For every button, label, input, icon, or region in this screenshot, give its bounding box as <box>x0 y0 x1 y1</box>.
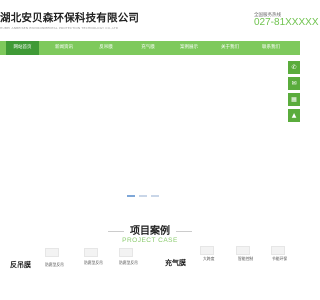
section-title-text: 项目案例 <box>130 226 170 237</box>
case-thumb-2[interactable] <box>84 248 98 257</box>
side-qrcode-button[interactable]: ▦ <box>288 93 300 106</box>
nav-item-air-membrane[interactable]: 充气膜 <box>130 41 166 55</box>
case-label-5[interactable]: 智能控制 <box>238 256 253 262</box>
title-divider-right <box>176 230 192 232</box>
side-top-button[interactable]: ▲ <box>288 109 300 122</box>
category-title-reverse[interactable]: 反吊膜 <box>10 260 31 270</box>
qrcode-icon: ▦ <box>291 95 297 103</box>
case-label-1[interactable]: 防腐型反吊 <box>45 262 64 268</box>
side-message-button[interactable]: ✉ <box>288 77 300 90</box>
case-label-4[interactable]: 大跨度 <box>203 256 214 262</box>
case-thumb-3[interactable] <box>119 248 133 257</box>
case-label-6[interactable]: 节能环保 <box>272 256 287 262</box>
slider-dot-3[interactable] <box>151 195 159 197</box>
case-thumb-6[interactable] <box>271 246 285 255</box>
slider-dot-1[interactable] <box>127 195 135 197</box>
case-label-3[interactable]: 防腐型反吊 <box>119 260 138 266</box>
category-title-air[interactable]: 充气膜 <box>165 258 186 268</box>
message-icon: ✉ <box>291 79 297 87</box>
section-subtitle: PROJECT CASE <box>122 237 178 244</box>
section-title: 项目案例 <box>0 222 300 237</box>
nav-item-reverse-membrane[interactable]: 反吊膜 <box>88 41 124 55</box>
side-phone-button[interactable]: ✆ <box>288 61 300 74</box>
top-arrow-icon: ▲ <box>291 111 297 119</box>
logo-title[interactable]: 湖北安贝森环保科技有限公司 <box>0 10 139 25</box>
title-divider-left <box>108 230 124 232</box>
phone-icon: ✆ <box>291 63 297 71</box>
nav-item-home[interactable]: 网站首页 <box>6 41 39 55</box>
case-thumb-5[interactable] <box>236 246 250 255</box>
nav-item-contact[interactable]: 联系我们 <box>253 41 289 55</box>
main-nav: 网站首页 新闻资讯 反吊膜 充气膜 案例展示 关于我们 联系我们 <box>0 41 300 55</box>
hotline-number: 027-81XXXXX <box>254 17 319 28</box>
case-thumb-4[interactable] <box>200 246 214 255</box>
slider-dot-2[interactable] <box>139 195 147 197</box>
case-label-2[interactable]: 防腐型反吊 <box>84 260 103 266</box>
case-thumb-1[interactable] <box>45 248 59 257</box>
nav-item-news[interactable]: 新闻资讯 <box>46 41 82 55</box>
nav-item-cases[interactable]: 案例展示 <box>171 41 207 55</box>
logo-subtitle: HUBEI ANBEISEN ENVIRONMENTAL PROTECTION … <box>0 26 119 30</box>
nav-item-about[interactable]: 关于我们 <box>212 41 248 55</box>
